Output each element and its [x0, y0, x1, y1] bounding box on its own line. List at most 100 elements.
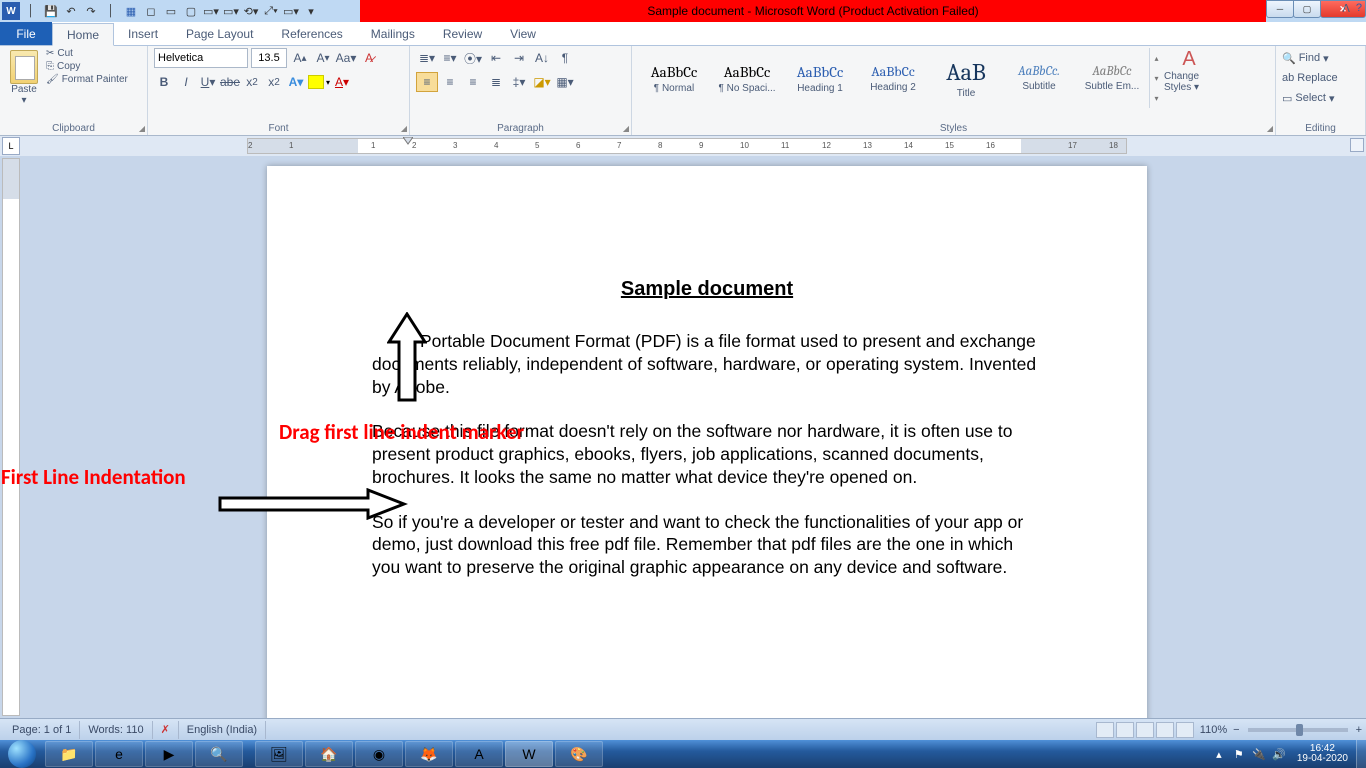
shading-button[interactable]: ◪▾ — [531, 72, 553, 92]
tab-home[interactable]: Home — [52, 23, 114, 46]
tab-page-layout[interactable]: Page Layout — [172, 22, 267, 45]
qat-btn[interactable]: ◻ — [142, 2, 160, 20]
zoom-out-button[interactable]: − — [1233, 724, 1239, 736]
tray-volume-icon[interactable]: 🔊 — [1270, 745, 1288, 763]
multilevel-button[interactable]: ⦿▾ — [462, 48, 484, 68]
tray-hidden-icons[interactable]: ▴ — [1210, 745, 1228, 763]
align-center-button[interactable]: ≡ — [439, 72, 461, 92]
justify-button[interactable]: ≣ — [485, 72, 507, 92]
draft-view[interactable] — [1176, 722, 1194, 738]
style--no-spaci-[interactable]: AaBbCc¶ No Spaci... — [711, 48, 783, 108]
document-area[interactable]: Sample document Portable Document Format… — [20, 156, 1366, 718]
taskbar-explorer[interactable]: 📁 — [45, 741, 93, 767]
qat-btn[interactable]: ▢ — [182, 2, 200, 20]
start-button[interactable] — [0, 740, 44, 768]
italic-button[interactable]: I — [176, 72, 196, 92]
ribbon-minimize-icon[interactable]: ᐱ — [1342, 2, 1350, 15]
dialog-launcher-icon[interactable]: ◢ — [623, 124, 629, 133]
ruler-toggle[interactable] — [1350, 138, 1364, 152]
taskbar-app[interactable]: 🏠 — [305, 741, 353, 767]
tray-power-icon[interactable]: 🔌 — [1250, 745, 1268, 763]
maximize-button[interactable]: ▢ — [1293, 0, 1321, 18]
horizontal-ruler[interactable]: 21123456789101112131415161718 — [247, 138, 1127, 154]
dialog-launcher-icon[interactable]: ◢ — [1267, 124, 1273, 133]
cut-button[interactable]: ✂Cut — [46, 48, 128, 59]
file-tab[interactable]: File — [0, 22, 52, 45]
numbering-button[interactable]: ≡▾ — [439, 48, 461, 68]
qat-btn[interactable]: ▭ — [162, 2, 180, 20]
taskbar-firefox[interactable]: 🦊 — [405, 741, 453, 767]
zoom-in-button[interactable]: + — [1356, 724, 1362, 736]
tray-clock[interactable]: 16:42 19-04-2020 — [1289, 744, 1356, 764]
copy-button[interactable]: ⎘Copy — [46, 61, 128, 72]
dialog-launcher-icon[interactable]: ◢ — [139, 124, 145, 133]
tab-view[interactable]: View — [496, 22, 550, 45]
qat-btn[interactable]: ⟲▾ — [242, 2, 260, 20]
line-spacing-button[interactable]: ‡▾ — [508, 72, 530, 92]
increase-indent-button[interactable]: ⇥ — [508, 48, 530, 68]
full-screen-view[interactable] — [1116, 722, 1134, 738]
taskbar-adobe[interactable]: A — [455, 741, 503, 767]
superscript-button[interactable]: x2 — [264, 72, 284, 92]
tab-mailings[interactable]: Mailings — [357, 22, 429, 45]
shrink-font-button[interactable]: A▾ — [313, 48, 333, 68]
grow-font-button[interactable]: A▴ — [290, 48, 310, 68]
vertical-ruler[interactable] — [2, 158, 20, 716]
highlight-button[interactable] — [308, 75, 324, 89]
clear-format-button[interactable]: A̷ — [359, 48, 379, 68]
qat-btn[interactable]: ▭▾ — [282, 2, 300, 20]
bold-button[interactable]: B — [154, 72, 174, 92]
format-painter-button[interactable]: 🖌Format Painter — [46, 74, 128, 85]
sort-button[interactable]: A↓ — [531, 48, 553, 68]
show-desktop-button[interactable] — [1356, 740, 1366, 768]
tab-selector[interactable]: L — [2, 137, 20, 155]
style-heading-1[interactable]: AaBbCcHeading 1 — [784, 48, 856, 108]
tab-review[interactable]: Review — [429, 22, 496, 45]
style-title[interactable]: AaBTitle — [930, 48, 1002, 108]
style-heading-2[interactable]: AaBbCcHeading 2 — [857, 48, 929, 108]
style-subtitle[interactable]: AaBbCc.Subtitle — [1003, 48, 1075, 108]
style-subtle-em-[interactable]: AaBbCcSubtle Em... — [1076, 48, 1148, 108]
borders-button[interactable]: ▦▾ — [554, 72, 576, 92]
bullets-button[interactable]: ≣▾ — [416, 48, 438, 68]
outline-view[interactable] — [1156, 722, 1174, 738]
grid-icon[interactable]: ▦ — [122, 2, 140, 20]
find-button[interactable]: 🔍Find ▾ — [1282, 48, 1359, 68]
replace-button[interactable]: abReplace — [1282, 68, 1359, 88]
language-status[interactable]: English (India) — [179, 721, 266, 739]
styles-more-button[interactable]: ▴▾▾ — [1149, 48, 1163, 108]
font-size-select[interactable] — [251, 48, 287, 68]
align-right-button[interactable]: ≡ — [462, 72, 484, 92]
print-layout-view[interactable] — [1096, 722, 1114, 738]
proofing-status[interactable]: ✗ — [153, 721, 179, 739]
font-color-button[interactable]: A▾ — [332, 72, 352, 92]
strike-button[interactable]: abe — [220, 72, 240, 92]
zoom-slider[interactable] — [1248, 728, 1348, 732]
taskbar-paint[interactable]: 🎨 — [555, 741, 603, 767]
qat-btn[interactable]: ▭▾ — [202, 2, 220, 20]
zoom-level[interactable]: 110% — [1200, 724, 1227, 736]
taskbar-word[interactable]: W — [505, 741, 553, 767]
show-marks-button[interactable]: ¶ — [554, 48, 576, 68]
qat-customize[interactable]: ▾ — [302, 2, 320, 20]
font-name-select[interactable] — [154, 48, 248, 68]
minimize-button[interactable]: ─ — [1266, 0, 1294, 18]
word-icon[interactable]: W — [2, 2, 20, 20]
underline-button[interactable]: U▾ — [198, 72, 218, 92]
select-button[interactable]: ▭Select ▾ — [1282, 88, 1359, 108]
save-icon[interactable]: 💾 — [42, 2, 60, 20]
taskbar-media-player[interactable]: ▶ — [145, 741, 193, 767]
web-layout-view[interactable] — [1136, 722, 1154, 738]
taskbar-app[interactable]: 🖼 — [255, 741, 303, 767]
page-status[interactable]: Page: 1 of 1 — [4, 721, 80, 739]
qat-btn[interactable]: ▭▾ — [222, 2, 240, 20]
undo-icon[interactable]: ↶ — [62, 2, 80, 20]
dialog-launcher-icon[interactable]: ◢ — [401, 124, 407, 133]
qat-btn[interactable]: ⤢▾ — [262, 2, 280, 20]
help-icon[interactable]: ? — [1356, 2, 1362, 15]
text-effects-button[interactable]: A▾ — [286, 72, 306, 92]
tray-action-center-icon[interactable]: ⚑ — [1230, 745, 1248, 763]
align-left-button[interactable]: ≡ — [416, 72, 438, 92]
taskbar-app[interactable]: 🔍 — [195, 741, 243, 767]
subscript-button[interactable]: x2 — [242, 72, 262, 92]
